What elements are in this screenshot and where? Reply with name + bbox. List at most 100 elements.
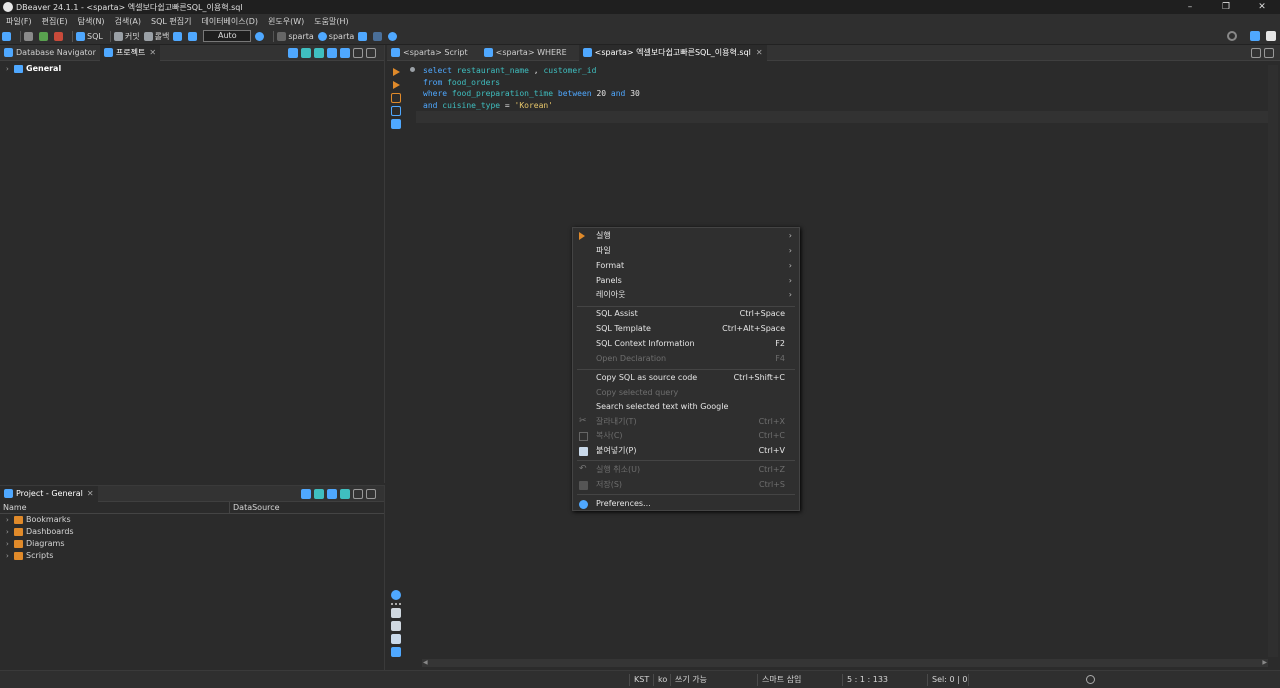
new-folder-icon[interactable] bbox=[288, 48, 298, 58]
maximize-view-icon[interactable] bbox=[366, 489, 376, 499]
menu-edit[interactable]: 편집(E) bbox=[38, 16, 72, 27]
chevron-right-icon[interactable]: › bbox=[6, 514, 14, 526]
explain-plan-icon[interactable] bbox=[391, 106, 401, 116]
close-icon[interactable]: ✕ bbox=[756, 45, 763, 61]
menu-sql-editor[interactable]: SQL 편집기 bbox=[147, 16, 195, 27]
execute-statement-new-tab-icon[interactable] bbox=[393, 81, 400, 89]
minimize-view-icon[interactable] bbox=[1251, 48, 1261, 58]
menu-item-panels[interactable]: Panels › bbox=[573, 274, 799, 288]
menu-database[interactable]: 데이터베이스(D) bbox=[197, 16, 262, 27]
collapse-icon[interactable] bbox=[314, 489, 324, 499]
chevron-right-icon[interactable]: › bbox=[6, 538, 14, 550]
datasource-selector[interactable]: sparta bbox=[277, 31, 314, 41]
menu-item-search-google[interactable]: Search selected text with Google bbox=[573, 400, 799, 414]
scroll-left-icon[interactable]: ◀ bbox=[423, 660, 428, 666]
settings-icon[interactable] bbox=[301, 489, 311, 499]
dbeaver-perspective-icon[interactable] bbox=[1266, 31, 1276, 41]
disconnect-button[interactable] bbox=[54, 31, 65, 41]
menu-item-copy-sql-source[interactable]: Copy SQL as source code Ctrl+Shift+C bbox=[573, 371, 799, 385]
lock-button[interactable] bbox=[188, 31, 199, 41]
column-datasource[interactable]: DataSource bbox=[230, 502, 380, 513]
tree-item-dashboards[interactable]: › Dashboards bbox=[0, 526, 384, 538]
menu-help[interactable]: 도움말(H) bbox=[310, 16, 352, 27]
settings-icon[interactable] bbox=[391, 590, 401, 600]
maximize-view-icon[interactable] bbox=[366, 48, 376, 58]
horizontal-scrollbar[interactable]: ◀ ▶ bbox=[422, 659, 1268, 667]
chevron-right-icon[interactable]: › bbox=[6, 526, 14, 538]
search-toolbar-button[interactable] bbox=[388, 31, 399, 41]
add-icon[interactable] bbox=[327, 489, 337, 499]
scroll-right-icon[interactable]: ▶ bbox=[1262, 660, 1267, 666]
minimize-view-icon[interactable] bbox=[353, 489, 363, 499]
save-script-icon[interactable] bbox=[391, 634, 401, 644]
sql-editor-button[interactable]: SQL bbox=[76, 31, 103, 41]
tab-project-general[interactable]: Project - General ✕ bbox=[0, 485, 98, 502]
transaction-mode-field[interactable]: Auto bbox=[203, 30, 252, 42]
tab-database-navigator[interactable]: Database Navigator bbox=[0, 45, 100, 61]
menu-item-layout[interactable]: 레이아웃 › bbox=[573, 288, 799, 302]
tab-projects[interactable]: 프로젝트 ✕ bbox=[99, 44, 161, 61]
tree-item-bookmarks[interactable]: › Bookmarks bbox=[0, 514, 384, 526]
tab-where[interactable]: <sparta> WHERE bbox=[480, 45, 571, 61]
column-name[interactable]: Name bbox=[0, 502, 230, 513]
minimize-view-icon[interactable] bbox=[353, 48, 363, 58]
schema-selector[interactable]: sparta bbox=[317, 31, 354, 41]
close-window-button[interactable]: ✕ bbox=[1244, 0, 1280, 14]
menu-item-open-declaration[interactable]: Open Declaration F4 bbox=[573, 352, 799, 366]
menu-item-sql-assist[interactable]: SQL Assist Ctrl+Space bbox=[573, 307, 799, 321]
menu-item-undo[interactable]: ↶ 실행 취소(U) Ctrl+Z bbox=[573, 463, 799, 477]
minimize-button[interactable]: – bbox=[1172, 0, 1208, 14]
refresh-button[interactable] bbox=[39, 31, 50, 41]
tools-button[interactable] bbox=[358, 31, 369, 41]
tree-item-scripts[interactable]: › Scripts bbox=[0, 550, 384, 562]
menu-search[interactable]: 검색(A) bbox=[111, 16, 145, 27]
connect-button[interactable] bbox=[24, 31, 35, 41]
notifications-icon[interactable] bbox=[1086, 675, 1095, 684]
menu-file[interactable]: 파일(F) bbox=[2, 16, 36, 27]
tab-script[interactable]: <sparta> Script bbox=[387, 45, 472, 61]
link-icon[interactable] bbox=[314, 48, 324, 58]
maximize-view-icon[interactable] bbox=[1264, 48, 1274, 58]
menu-item-run[interactable]: 실행 › bbox=[573, 229, 799, 243]
commit-button[interactable]: 커밋 bbox=[113, 31, 140, 42]
chevron-right-icon[interactable]: › bbox=[6, 63, 14, 75]
load-script-icon[interactable] bbox=[391, 621, 401, 631]
menu-item-sql-context-information[interactable]: SQL Context Information F2 bbox=[573, 337, 799, 351]
perspective-icon[interactable] bbox=[1250, 31, 1260, 41]
vertical-scrollbar[interactable] bbox=[1268, 65, 1278, 657]
menu-item-copy[interactable]: 복사(C) Ctrl+C bbox=[573, 429, 799, 443]
view-menu-icon[interactable] bbox=[340, 48, 350, 58]
close-icon[interactable]: ✕ bbox=[87, 486, 94, 502]
menu-item-format[interactable]: Format › bbox=[573, 259, 799, 273]
global-search-icon[interactable] bbox=[1227, 31, 1237, 41]
menu-item-preferences[interactable]: Preferences... bbox=[573, 497, 799, 511]
chevron-right-icon[interactable]: › bbox=[6, 550, 14, 562]
menu-item-paste[interactable]: 붙여넣기(P) Ctrl+V bbox=[573, 444, 799, 458]
close-icon[interactable]: ✕ bbox=[149, 45, 156, 61]
terminal-icon[interactable] bbox=[391, 119, 401, 129]
settings-icon[interactable] bbox=[327, 48, 337, 58]
new-connection-button[interactable] bbox=[2, 31, 13, 41]
menu-navigate[interactable]: 탐색(N) bbox=[74, 16, 109, 27]
menu-item-file[interactable]: 파일 › bbox=[573, 244, 799, 258]
tree-item-general[interactable]: › General bbox=[0, 63, 384, 75]
history-button[interactable] bbox=[255, 31, 266, 41]
tree-item-diagrams[interactable]: › Diagrams bbox=[0, 538, 384, 550]
menu-item-cut[interactable]: ✂ 잘라내기(T) Ctrl+X bbox=[573, 415, 799, 429]
code-area[interactable]: select restaurant_name , customer_id fro… bbox=[410, 65, 1268, 123]
maximize-button[interactable]: ❐ bbox=[1208, 0, 1244, 14]
menu-item-copy-selected-query[interactable]: Copy selected query bbox=[573, 386, 799, 400]
transaction-log-button[interactable] bbox=[173, 31, 184, 41]
tab-active-sql-file[interactable]: <sparta> 엑셀보다쉽고빠른SQL_이용혁.sql ✕ bbox=[578, 44, 767, 61]
more-icon[interactable] bbox=[391, 603, 401, 605]
execute-statement-icon[interactable] bbox=[393, 68, 400, 76]
new-script-icon[interactable] bbox=[391, 608, 401, 618]
print-button[interactable] bbox=[373, 31, 384, 41]
collapse-icon[interactable] bbox=[301, 48, 311, 58]
menu-window[interactable]: 윈도우(W) bbox=[264, 16, 308, 27]
execute-script-icon[interactable] bbox=[391, 93, 401, 103]
outline-icon[interactable] bbox=[391, 647, 401, 657]
menu-item-sql-template[interactable]: SQL Template Ctrl+Alt+Space bbox=[573, 322, 799, 336]
link-icon[interactable] bbox=[340, 489, 350, 499]
menu-item-save[interactable]: 저장(S) Ctrl+S bbox=[573, 478, 799, 492]
